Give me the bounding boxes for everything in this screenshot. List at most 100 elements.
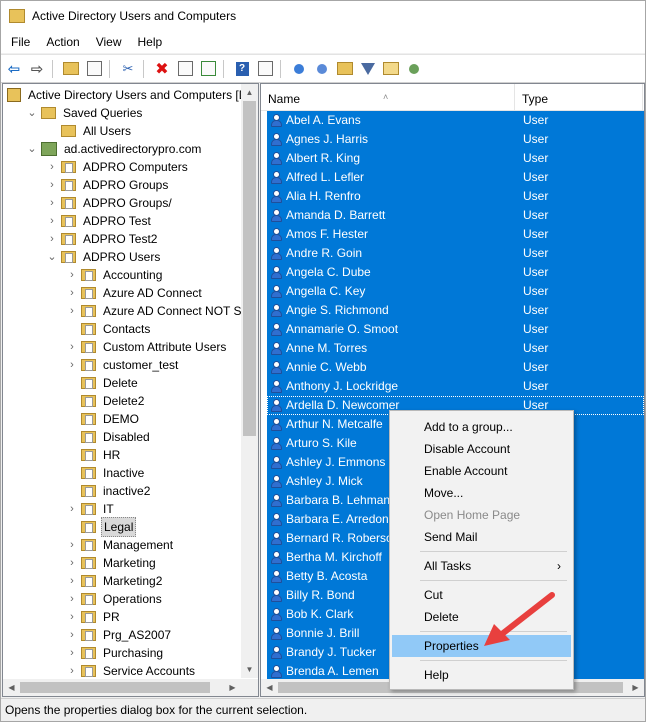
scroll-right-icon[interactable]: ▶ — [224, 679, 241, 696]
tree-item[interactable]: › Azure AD Connect — [67, 284, 204, 302]
tree-item[interactable]: DEMO — [67, 410, 141, 428]
tree-item[interactable]: › Custom Attribute Users — [67, 338, 228, 356]
scroll-left-icon[interactable]: ◀ — [261, 679, 278, 696]
chevron-right-icon[interactable]: › — [67, 500, 77, 518]
menu-help[interactable]: Help — [130, 31, 171, 53]
menu-file[interactable]: File — [3, 31, 38, 53]
scroll-up-icon[interactable]: ▲ — [241, 84, 258, 101]
new-group-icon[interactable] — [312, 59, 332, 79]
list-row[interactable]: Albert R. King User — [267, 149, 644, 168]
column-header-type[interactable]: Type — [515, 84, 643, 110]
tree-vertical-scrollbar[interactable]: ▲ ▼ — [241, 84, 258, 678]
list-row[interactable]: Anne M. Torres User — [267, 339, 644, 358]
tree-item[interactable]: › ADPRO Test — [47, 212, 153, 230]
menu-item-disable-account[interactable]: Disable Account — [392, 438, 571, 460]
list-row[interactable]: Alia H. Renfro User — [267, 187, 644, 206]
tree-item[interactable]: Inactive — [67, 464, 146, 482]
tree-item[interactable]: › Marketing — [67, 554, 158, 572]
list-row[interactable]: Annie C. Webb User — [267, 358, 644, 377]
scroll-left-icon[interactable]: ◀ — [3, 679, 20, 696]
console-tree[interactable]: Active Directory Users and Computers [D ⌄… — [2, 83, 259, 697]
help-icon[interactable]: ? — [232, 59, 252, 79]
chevron-right-icon[interactable]: › — [67, 572, 77, 590]
back-arrow-icon[interactable]: ⇦ — [4, 59, 24, 79]
tree-item[interactable]: › Service Accounts — [67, 662, 197, 680]
tree-item[interactable]: Delete2 — [67, 392, 146, 410]
tree-item[interactable]: › IT — [67, 500, 116, 518]
menu-item-properties[interactable]: Properties — [392, 635, 571, 657]
new-user-icon[interactable] — [289, 59, 309, 79]
chevron-right-icon[interactable]: › — [47, 194, 57, 212]
tree-item[interactable]: HR — [67, 446, 122, 464]
tree-item[interactable]: inactive2 — [67, 482, 152, 500]
tree-item[interactable]: › Purchasing — [67, 644, 165, 662]
show-console-tree-icon[interactable] — [84, 59, 104, 79]
tree-item[interactable]: Disabled — [67, 428, 152, 446]
new-ou-icon[interactable] — [335, 59, 355, 79]
menu-item-add-to-a-group[interactable]: Add to a group... — [392, 416, 571, 438]
tree-item[interactable]: › Management — [67, 536, 175, 554]
chevron-right-icon[interactable]: › — [47, 158, 57, 176]
column-header-name[interactable]: ˄ Name — [261, 84, 515, 110]
chevron-right-icon[interactable]: › — [47, 212, 57, 230]
scroll-right-icon[interactable]: ▶ — [627, 679, 644, 696]
tree-item[interactable]: › PR — [67, 608, 122, 626]
menu-item-move[interactable]: Move... — [392, 482, 571, 504]
tree-item[interactable]: › customer_test — [67, 356, 180, 374]
chevron-right-icon[interactable]: › — [67, 644, 77, 662]
list-row[interactable]: Alfred L. Lefler User — [267, 168, 644, 187]
filter-icon[interactable] — [358, 59, 378, 79]
tree-item[interactable]: Delete — [67, 374, 140, 392]
tree-item[interactable]: › ADPRO Test2 — [47, 230, 159, 248]
chevron-right-icon[interactable]: › — [67, 338, 77, 356]
cut-icon[interactable]: ✂ — [118, 59, 138, 79]
chevron-right-icon[interactable]: › — [67, 590, 77, 608]
list-row[interactable]: Amos F. Hester User — [267, 225, 644, 244]
tree-item[interactable]: › Marketing2 — [67, 572, 164, 590]
chevron-right-icon[interactable]: › — [67, 626, 77, 644]
delete-icon[interactable]: ✖ — [152, 59, 172, 79]
menu-item-send-mail[interactable]: Send Mail — [392, 526, 571, 548]
chevron-right-icon[interactable]: › — [67, 536, 77, 554]
tree-item[interactable]: ⌄ ADPRO Users — [47, 248, 162, 266]
chevron-right-icon[interactable]: › — [47, 230, 57, 248]
tree-item[interactable]: ⌄ ad.activedirectorypro.com — [27, 140, 203, 158]
menu-item-all-tasks[interactable]: All Tasks › — [392, 555, 571, 577]
console-icon[interactable] — [255, 59, 275, 79]
scroll-down-icon[interactable]: ▼ — [241, 661, 258, 678]
chevron-right-icon[interactable]: › — [67, 266, 77, 284]
chevron-right-icon[interactable]: › — [47, 176, 57, 194]
tree-item[interactable]: › Prg_AS2007 — [67, 626, 173, 644]
tree-item[interactable]: › Operations — [67, 590, 164, 608]
list-row[interactable]: Annamarie O. Smoot User — [267, 320, 644, 339]
menu-item-delete[interactable]: Delete — [392, 606, 571, 628]
export-list-icon[interactable] — [198, 59, 218, 79]
tree-item[interactable]: › ADPRO Computers — [47, 158, 190, 176]
menu-item-enable-account[interactable]: Enable Account — [392, 460, 571, 482]
tree-item[interactable]: All Users — [47, 122, 133, 140]
chevron-right-icon[interactable]: › — [67, 284, 77, 302]
scroll-thumb[interactable] — [20, 682, 210, 693]
add-to-group-icon[interactable] — [404, 59, 424, 79]
list-row[interactable]: Angie S. Richmond User — [267, 301, 644, 320]
list-row[interactable]: Agnes J. Harris User — [267, 130, 644, 149]
properties-icon[interactable] — [175, 59, 195, 79]
list-row[interactable]: Andre R. Goin User — [267, 244, 644, 263]
tree-item[interactable]: › ADPRO Groups/ — [47, 194, 174, 212]
list-row[interactable]: Amanda D. Barrett User — [267, 206, 644, 225]
tree-horizontal-scrollbar[interactable]: ◀ ▶ — [3, 679, 241, 696]
chevron-down-icon[interactable]: ⌄ — [27, 104, 37, 122]
chevron-right-icon[interactable]: › — [67, 554, 77, 572]
forward-arrow-icon[interactable]: ⇨ — [27, 59, 47, 79]
menu-action[interactable]: Action — [38, 31, 87, 53]
chevron-right-icon[interactable]: › — [67, 356, 77, 374]
up-folder-icon[interactable] — [61, 59, 81, 79]
list-row[interactable]: Anthony J. Lockridge User — [267, 377, 644, 396]
tree-item[interactable]: Legal — [67, 517, 137, 537]
menu-item-cut[interactable]: Cut — [392, 584, 571, 606]
tree-item[interactable]: › Azure AD Connect NOT Synce — [67, 302, 258, 320]
list-row[interactable]: Abel A. Evans User — [267, 111, 644, 130]
list-row[interactable]: Angela C. Dube User — [267, 263, 644, 282]
tree-item[interactable]: › Accounting — [67, 266, 164, 284]
list-row[interactable]: Angella C. Key User — [267, 282, 644, 301]
